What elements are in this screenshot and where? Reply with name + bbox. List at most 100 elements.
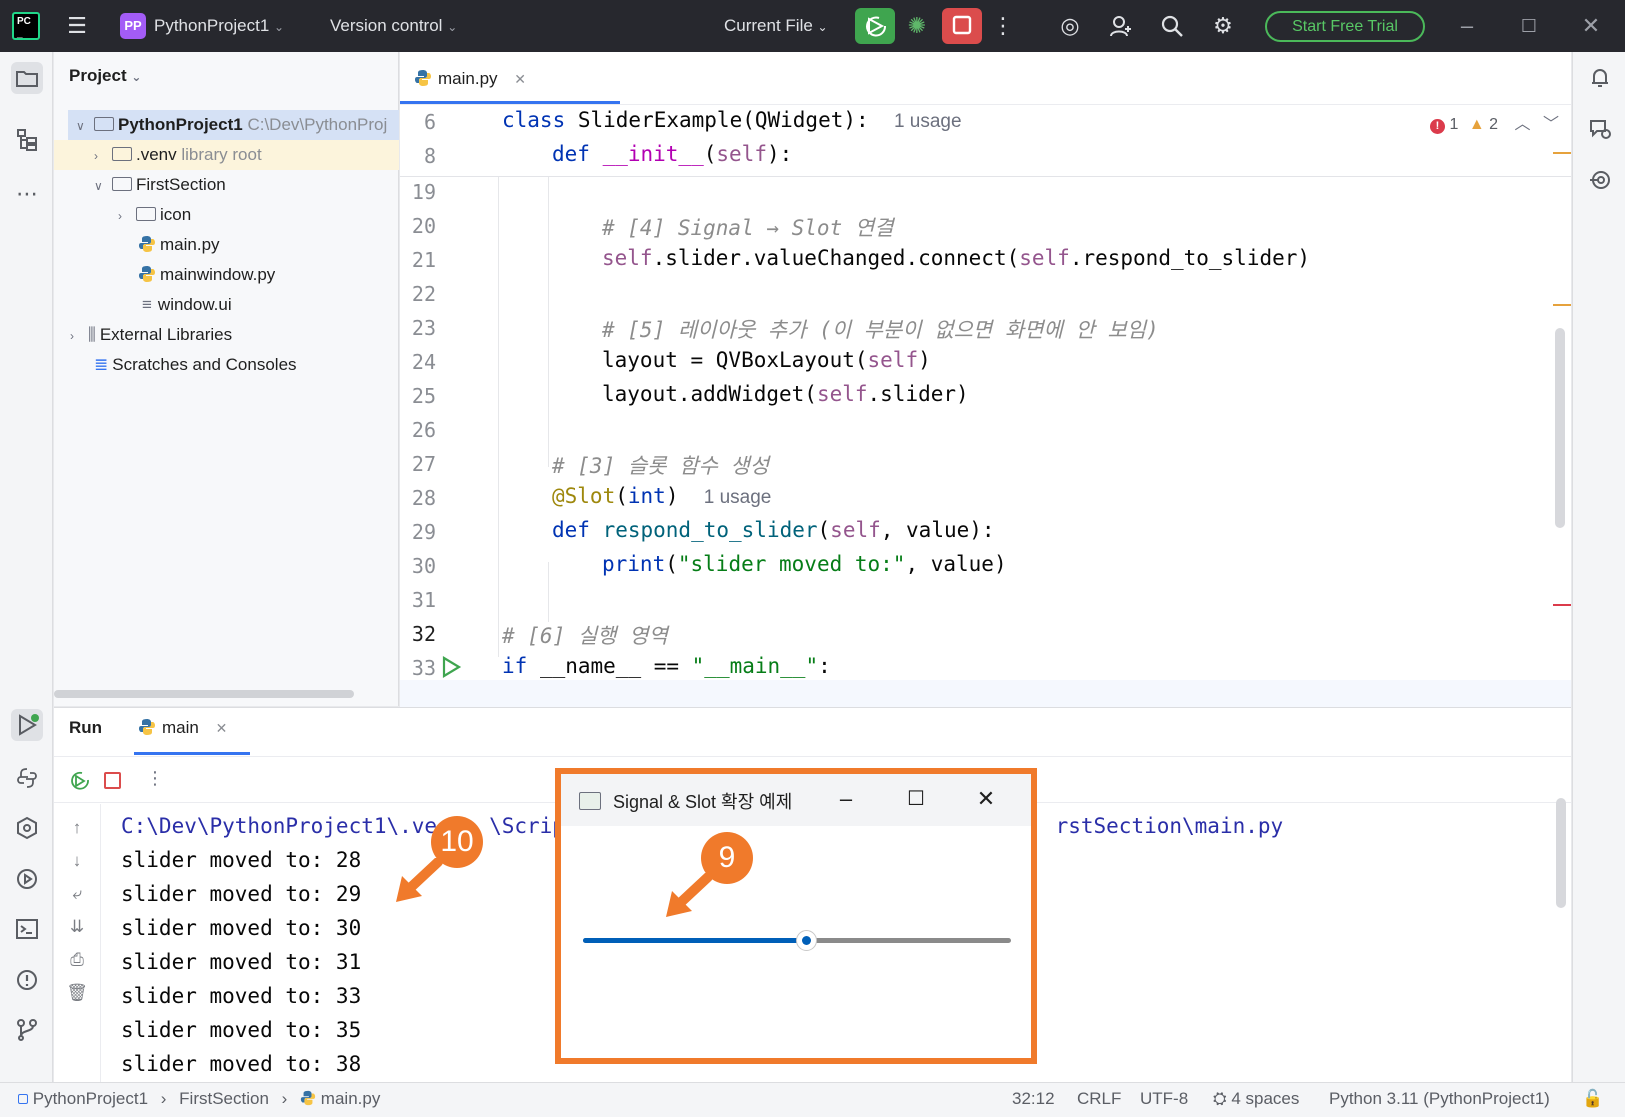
- breadcrumb-item[interactable]: PythonProject1: [33, 1089, 148, 1108]
- inspection-widget[interactable]: ! 1 ▲ 2 ︿ ﹀: [1430, 110, 1559, 134]
- tree-item-firstsection[interactable]: ∨ FirstSection: [94, 170, 226, 200]
- file-encoding[interactable]: UTF-8: [1140, 1089, 1188, 1109]
- more-tools-icon[interactable]: ⋯: [11, 178, 43, 210]
- tree-item-icon-folder[interactable]: › icon: [118, 200, 191, 230]
- horizontal-scrollbar[interactable]: [54, 690, 354, 698]
- line-number: 23: [411, 316, 436, 340]
- tab-label: main.py: [438, 69, 498, 88]
- project-folder-icon[interactable]: [11, 62, 43, 94]
- minimize-icon[interactable]: –: [1452, 11, 1482, 41]
- read-only-lock-icon[interactable]: 🔓: [1582, 1089, 1603, 1109]
- slider-thumb[interactable]: [795, 930, 817, 951]
- structure-icon[interactable]: [11, 124, 43, 156]
- usage-hint[interactable]: 1 usage: [894, 111, 962, 132]
- project-selector[interactable]: PythonProject1 ⌄: [154, 0, 284, 52]
- run-config-selector[interactable]: Current File ⌄: [724, 0, 828, 52]
- stop-button[interactable]: [942, 8, 982, 44]
- gear-icon[interactable]: ⚙: [1208, 11, 1238, 41]
- minimize-icon[interactable]: –: [831, 784, 861, 814]
- console-path-part-1: C:\Dev\PythonProject1\.ve: [121, 814, 438, 838]
- chevron-up-icon[interactable]: ︿: [1514, 116, 1530, 133]
- slider[interactable]: [583, 930, 1011, 951]
- scroll-down-icon[interactable]: ↓: [66, 851, 88, 873]
- code-line-23[interactable]: # [5] 레이아웃 추가 (이 부분이 없으면 화면에 안 보임): [602, 314, 1159, 344]
- error-marker[interactable]: [1553, 604, 1571, 606]
- line-separator[interactable]: CRLF: [1077, 1089, 1121, 1109]
- code-line-8[interactable]: def __init__(self):: [552, 142, 792, 166]
- debug-icon[interactable]: ✺: [902, 11, 932, 41]
- python-packages-icon[interactable]: [11, 762, 43, 794]
- tree-item-project-root[interactable]: ∨ PythonProject1 C:\Dev\PythonProj: [68, 110, 399, 140]
- ai-chat-icon[interactable]: [1584, 113, 1616, 145]
- trash-icon[interactable]: 🗑: [66, 983, 88, 1005]
- console-line: slider moved to: 38: [121, 1052, 362, 1076]
- close-icon[interactable]: ✕: [1576, 11, 1606, 41]
- rerun-icon[interactable]: [68, 770, 90, 797]
- run-gutter-icon[interactable]: [440, 656, 462, 683]
- scroll-up-icon[interactable]: ↑: [66, 818, 88, 840]
- project-panel-header[interactable]: Project ⌄: [69, 66, 141, 86]
- code-line-32[interactable]: # [6] 실행 영역: [502, 620, 668, 650]
- warning-icon: ▲: [1468, 116, 1485, 133]
- learn-icon[interactable]: [1584, 164, 1616, 196]
- rerun-button[interactable]: [855, 8, 895, 44]
- print-icon[interactable]: ⎙: [66, 950, 88, 972]
- vertical-scrollbar[interactable]: [1555, 328, 1565, 528]
- code-line-25[interactable]: layout.addWidget(self.slider): [602, 382, 969, 406]
- close-tab-icon[interactable]: ✕: [514, 71, 526, 87]
- start-free-trial-button[interactable]: Start Free Trial: [1265, 11, 1425, 42]
- code-line-21[interactable]: self.slider.valueChanged.connect(self.re…: [602, 246, 1310, 270]
- tree-item-scratches[interactable]: ≣ Scratches and Consoles: [94, 350, 297, 380]
- caret-position[interactable]: 32:12: [1012, 1089, 1055, 1109]
- main-menu-icon[interactable]: ☰: [62, 11, 92, 41]
- git-branch-icon[interactable]: [11, 1014, 43, 1046]
- code-line-33[interactable]: if __name__ == "__main__":: [502, 654, 831, 678]
- indent-setting[interactable]: ⛭ 4 spaces: [1213, 1089, 1299, 1109]
- tree-item-external-libraries[interactable]: › ⫼ External Libraries: [70, 320, 232, 350]
- terminal-icon[interactable]: [11, 913, 43, 945]
- add-user-icon[interactable]: [1106, 11, 1136, 41]
- close-icon[interactable]: ✕: [971, 784, 1001, 814]
- tree-item-venv[interactable]: › .venv library root: [54, 140, 399, 170]
- folder-icon: [112, 147, 132, 161]
- code-line-6[interactable]: class SliderExample(QWidget): 1 usage: [502, 108, 962, 133]
- code-line-24[interactable]: layout = QVBoxLayout(self): [602, 348, 931, 372]
- code-line-28[interactable]: @Slot(int) 1 usage: [552, 484, 771, 509]
- more-actions-icon[interactable]: ⋮: [146, 768, 164, 789]
- stop-icon: [952, 15, 972, 35]
- scroll-to-end-icon[interactable]: ⇊: [66, 917, 88, 939]
- code-line-20[interactable]: # [4] Signal → Slot 연결: [602, 212, 894, 242]
- stop-icon[interactable]: [104, 772, 121, 789]
- code-line-30[interactable]: print("slider moved to:", value): [602, 552, 1007, 576]
- run-tab-label: main: [162, 718, 199, 737]
- run-tab-main[interactable]: main ✕: [138, 718, 227, 738]
- soft-wrap-icon[interactable]: ⤶: [66, 884, 88, 906]
- usage-hint[interactable]: 1 usage: [704, 487, 772, 508]
- warning-marker[interactable]: [1553, 304, 1571, 306]
- run-tool-icon[interactable]: [11, 709, 43, 741]
- warning-marker[interactable]: [1553, 152, 1571, 154]
- interpreter-selector[interactable]: Python 3.11 (PythonProject1): [1329, 1089, 1550, 1109]
- console-scrollbar[interactable]: [1556, 798, 1566, 908]
- maximize-icon[interactable]: ☐: [1514, 11, 1544, 41]
- chevron-down-icon[interactable]: ﹀: [1543, 116, 1559, 133]
- tree-item-mainwindow-py[interactable]: mainwindow.py: [138, 260, 275, 290]
- tree-item-main-py[interactable]: main.py: [138, 230, 220, 260]
- breadcrumb-item[interactable]: FirstSection: [179, 1089, 269, 1108]
- notifications-bell-icon[interactable]: [1584, 62, 1616, 94]
- more-actions-icon[interactable]: ⋮: [988, 11, 1018, 41]
- ai-assistant-icon[interactable]: ◎: [1055, 11, 1085, 41]
- close-tab-icon[interactable]: ✕: [216, 720, 228, 736]
- tab-main-py[interactable]: main.py ✕: [414, 64, 526, 94]
- code-line-27[interactable]: # [3] 슬롯 함수 생성: [552, 450, 769, 480]
- vcs-menu[interactable]: Version control ⌄: [330, 0, 457, 52]
- tree-item-window-ui[interactable]: ≡ window.ui: [142, 290, 232, 320]
- run-services-icon[interactable]: [11, 863, 43, 895]
- maximize-icon[interactable]: ☐: [901, 784, 931, 814]
- problems-icon[interactable]: [11, 964, 43, 996]
- breadcrumb-item[interactable]: main.py: [321, 1089, 381, 1108]
- scratches-icon: ≣: [94, 355, 109, 374]
- services-icon[interactable]: [11, 812, 43, 844]
- search-icon[interactable]: [1157, 11, 1187, 41]
- code-line-29[interactable]: def respond_to_slider(self, value):: [552, 518, 995, 542]
